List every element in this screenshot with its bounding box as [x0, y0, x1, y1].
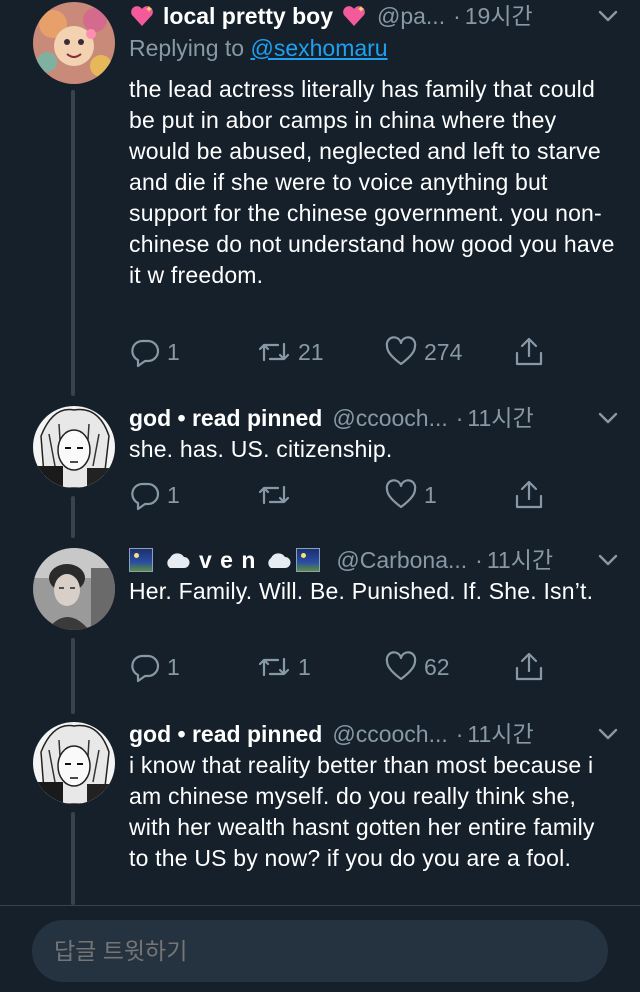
night-city-icon — [129, 548, 153, 572]
timestamp[interactable]: 11시간 — [467, 718, 533, 750]
tweet[interactable]: v e n @Carbona... · 11시간 Her. Family. Wi… — [0, 500, 640, 714]
separator-dot: · — [455, 405, 464, 431]
reply-count: 1 — [167, 338, 180, 365]
retweet-count: 21 — [298, 338, 324, 365]
share-icon — [515, 480, 543, 509]
display-name-text: local pretty boy — [163, 3, 333, 29]
thread-line — [71, 812, 75, 905]
separator-dot: · — [453, 3, 461, 29]
night-city-icon — [296, 548, 321, 572]
tweet-actions: 1 1 62 — [129, 650, 559, 684]
replying-to-label: Replying to — [129, 35, 245, 61]
like-count: 274 — [424, 338, 463, 365]
tweet-header: god • read pinned @ccooch... · 11시간 — [129, 402, 622, 434]
timestamp[interactable]: 11시간 — [467, 402, 533, 434]
caret-down-icon[interactable] — [594, 546, 622, 574]
like-button[interactable]: 274 — [384, 335, 462, 369]
display-name[interactable]: god • read pinned — [129, 402, 322, 434]
separator-dot: · — [475, 547, 483, 573]
tweet-text: she. has. US. citizenship. — [129, 436, 393, 462]
tweet-header: god • read pinned @ccooch... · 11시간 — [129, 718, 622, 750]
tweet-text: the lead actress literally has family th… — [129, 76, 615, 288]
reply-button[interactable]: 1 — [129, 650, 180, 684]
cloud-icon — [268, 553, 291, 568]
separator-dot: · — [455, 721, 464, 747]
replying-to: Replying to @sexhomaru — [129, 32, 388, 64]
reply-composer — [0, 905, 640, 992]
retweet-button[interactable] — [256, 478, 298, 512]
user-handle[interactable]: @pa... — [377, 0, 445, 32]
timestamp[interactable]: 19시간 — [465, 0, 533, 32]
thread-line — [71, 500, 75, 538]
tweet-text: Her. Family. Will. Be. Punished. If. She… — [129, 578, 594, 604]
user-handle[interactable]: @Carbona... — [336, 544, 467, 576]
retweet-icon — [258, 342, 290, 362]
tweet-header: v e n @Carbona... · 11시간 — [129, 544, 622, 576]
caret-down-icon[interactable] — [594, 720, 622, 748]
reply-icon — [131, 339, 160, 368]
reply-icon — [131, 482, 160, 511]
display-name[interactable]: v e n — [129, 544, 326, 576]
reply-icon — [131, 654, 160, 683]
like-icon — [385, 336, 417, 366]
user-handle[interactable]: @ccooch... — [332, 402, 447, 434]
caret-down-icon[interactable] — [594, 404, 622, 432]
like-button[interactable]: 62 — [384, 650, 450, 684]
tweet[interactable]: god • read pinned @ccooch... · 11시간 i kn… — [0, 718, 640, 905]
avatar[interactable] — [33, 722, 115, 804]
display-name-text: v e n — [199, 547, 257, 573]
reply-count: 1 — [167, 653, 180, 680]
timestamp[interactable]: 11시간 — [487, 544, 553, 576]
mention-link[interactable]: @sexhomaru — [250, 35, 387, 61]
tweet[interactable]: local pretty boy @pa... · 19시간 Replying … — [0, 0, 640, 400]
conversation-thread: local pretty boy @pa... · 19시간 Replying … — [0, 0, 640, 905]
thread-line — [71, 638, 75, 714]
user-handle[interactable]: @ccooch... — [332, 718, 447, 750]
tweet-actions: 1 21 274 — [129, 335, 559, 369]
avatar[interactable] — [33, 2, 115, 84]
sparkling-heart-icon — [343, 6, 365, 26]
tweet-text: i know that reality better than most bec… — [129, 752, 595, 871]
reply-input[interactable] — [32, 920, 608, 982]
share-button[interactable] — [512, 478, 552, 512]
like-button[interactable]: 1 — [384, 478, 437, 512]
reply-button[interactable]: 1 — [129, 478, 180, 512]
like-count: 1 — [424, 481, 437, 508]
tweet-header: local pretty boy @pa... · 19시간 — [129, 0, 622, 32]
share-button[interactable] — [512, 335, 552, 369]
tweet[interactable]: god • read pinned @ccooch... · 11시간 she.… — [0, 402, 640, 532]
retweet-icon — [258, 485, 290, 505]
share-icon — [515, 337, 543, 366]
avatar[interactable] — [33, 548, 115, 630]
tweet-actions: 1 1 — [129, 478, 559, 512]
sparkling-heart-icon — [131, 6, 153, 26]
cloud-icon — [167, 553, 190, 568]
share-icon — [515, 652, 543, 681]
display-name[interactable]: god • read pinned — [129, 718, 322, 750]
reply-count: 1 — [167, 481, 180, 508]
display-name[interactable]: local pretty boy — [129, 0, 367, 32]
like-icon — [385, 651, 417, 681]
reply-button[interactable]: 1 — [129, 335, 180, 369]
retweet-icon — [258, 657, 290, 677]
share-button[interactable] — [512, 650, 552, 684]
avatar[interactable] — [33, 406, 115, 488]
caret-down-icon[interactable] — [594, 2, 622, 30]
like-icon — [385, 479, 417, 509]
thread-line — [71, 90, 75, 396]
retweet-button[interactable]: 21 — [256, 335, 324, 369]
retweet-button[interactable]: 1 — [256, 650, 311, 684]
retweet-count: 1 — [298, 653, 311, 680]
like-count: 62 — [424, 653, 450, 680]
